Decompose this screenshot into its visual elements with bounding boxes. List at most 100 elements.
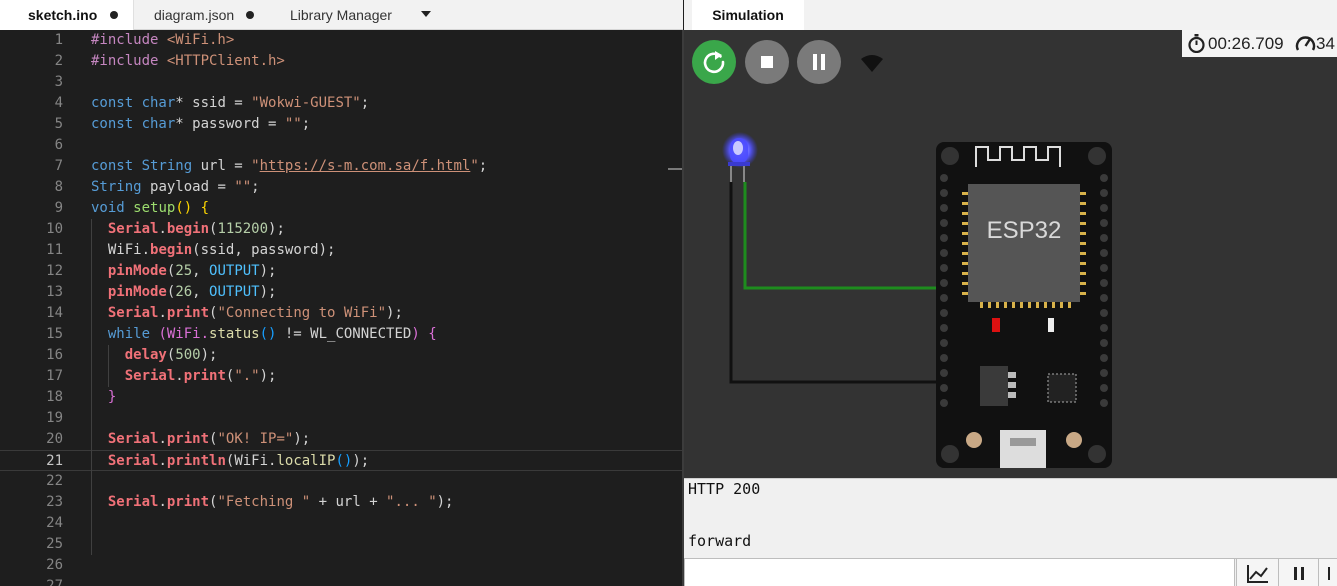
code-line[interactable]: 13 pinMode(26, OUTPUT); [0,282,683,303]
code-text: Serial.print("."); [91,366,277,387]
blue-led[interactable] [720,126,760,186]
code-token: 26 [175,284,193,300]
serial-input[interactable] [684,559,1235,586]
code-text: Serial.print("OK! IP="); [91,429,310,450]
code-token: ; [301,116,311,132]
code-token: Serial [107,305,159,321]
code-token: ); [268,221,285,237]
plotter-button[interactable] [1236,559,1278,586]
code-line[interactable]: 27 [0,576,683,586]
code-token: String [91,179,151,195]
tab-diagram-json[interactable]: diagram.json [134,0,266,30]
code-text: delay(500); [91,345,218,366]
code-line[interactable]: 11 WiFi.begin(ssid, password); [0,240,683,261]
line-number: 2 [54,53,63,69]
code-token: . [158,305,167,321]
code-line[interactable]: 23 Serial.print("Fetching " + url + "...… [0,492,683,513]
stop-button[interactable] [745,40,789,84]
code-text: const String url = "https://s-m.com.sa/f… [91,156,487,177]
code-line[interactable]: 18 } [0,387,683,408]
pause-button[interactable] [797,40,841,84]
code-token: . [158,453,167,469]
code-line[interactable]: 21 Serial.println(WiFi.localIP()); [0,450,683,471]
code-line[interactable]: 6 [0,135,683,156]
code-text: WiFi.begin(ssid, password); [91,240,336,261]
green-wire [743,182,948,290]
code-token: void [91,200,134,216]
code-token: setup [133,200,176,216]
line-number: 11 [46,242,63,258]
code-editor[interactable]: 1 #include <WiFi.h> 2 #include <HTTPClient.… [0,30,683,586]
code-line[interactable]: 10 Serial.begin(115200); [0,219,683,240]
line-number: 19 [46,410,63,426]
scrollbar-marker[interactable] [668,168,682,170]
monitor-pause-button[interactable] [1278,559,1318,586]
esp32-board[interactable]: ESP32 [936,142,1112,468]
code-token: "... " [386,494,437,510]
code-token: "" [284,116,302,132]
line-number: 9 [54,200,63,216]
code-token: 500 [175,347,201,363]
line-number: 17 [46,368,63,384]
serial-line: forward [688,532,752,550]
simulation-panel: Simulation 00:26.709 34 ESP32 HTTP 200 f… [684,0,1337,586]
code-text: pinMode(25, OUTPUT); [91,261,277,282]
code-token: print [183,368,226,384]
esp32-label: ESP32 [987,217,1062,244]
code-line[interactable]: 26 [0,555,683,576]
plotter-icon [1247,565,1268,583]
black-wire [729,182,948,384]
code-line[interactable]: 25 [0,534,683,555]
code-line[interactable]: 5 const char* password = ""; [0,114,683,135]
code-line[interactable]: 20 Serial.print("OK! IP="); [0,429,683,450]
code-line[interactable]: 9 void setup() { [0,198,683,219]
code-line[interactable]: 2 #include <HTTPClient.h> [0,51,683,72]
code-token: "." [234,368,260,384]
code-text: #include <WiFi.h> [91,30,234,51]
timer-value: 00:26.709 [1208,34,1284,53]
line-number: 4 [54,95,63,111]
code-line[interactable]: 8 String payload = ""; [0,177,683,198]
code-line[interactable]: 22 [0,471,683,492]
tab-library-manager[interactable]: Library Manager [266,0,446,30]
code-line[interactable]: 12 pinMode(25, OUTPUT); [0,261,683,282]
line-number: 8 [54,179,63,195]
chevron-down-icon[interactable] [421,11,431,17]
code-token: * password = [175,116,285,132]
code-token: status [209,326,260,342]
code-token: () [335,453,353,469]
stopwatch-icon [1188,34,1205,53]
code-token: while [107,326,159,342]
code-line[interactable]: 19 [0,408,683,429]
code-line[interactable]: 24 [0,513,683,534]
serial-monitor[interactable]: HTTP 200 forward [684,478,1337,558]
code-line[interactable]: 14 Serial.print("Connecting to WiFi"); [0,303,683,324]
code-line[interactable]: 16 delay(500); [0,345,683,366]
code-token: print [166,305,210,321]
code-line[interactable]: 7 const String url = "https://s-m.com.sa/… [0,156,683,177]
code-line[interactable]: 17 Serial.print("."); [0,366,683,387]
code-text: Serial.begin(115200); [91,219,285,240]
tab-sketch-ino[interactable]: sketch.ino [0,0,134,30]
simulation-timer: 00:26.709 34 [1182,30,1337,57]
code-token: WiFi. [91,242,151,258]
restart-button[interactable] [692,40,736,84]
code-token: ); [200,347,218,363]
monitor-more-button[interactable] [1318,559,1337,586]
code-token: Serial [107,494,159,510]
code-token: * ssid = [175,95,252,111]
code-text: while (WiFi.status() != WL_CONNECTED) { [91,324,437,345]
app-root: sketch.ino diagram.json Library Manager … [0,0,1337,586]
code-line[interactable]: 15 while (WiFi.status() != WL_CONNECTED)… [0,324,683,345]
code-token: ; [251,179,260,195]
code-line[interactable]: 4 const char* ssid = "Wokwi-GUEST"; [0,93,683,114]
code-line[interactable]: 1 #include <WiFi.h> [0,30,683,51]
tab-simulation[interactable]: Simulation [692,0,804,30]
code-line[interactable]: 3 [0,72,683,93]
simulation-canvas[interactable]: 00:26.709 34 ESP32 [684,30,1337,478]
